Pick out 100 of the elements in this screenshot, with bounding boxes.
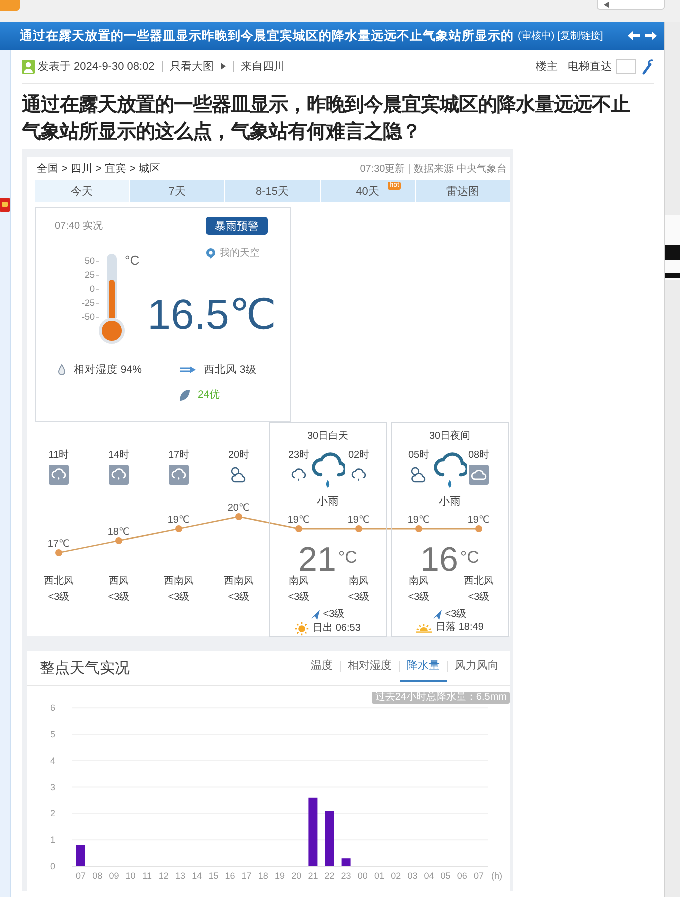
observation-time: 07:40 实况 [55, 220, 103, 233]
wind-direction: 西北风 [44, 576, 74, 588]
drop-icon [58, 364, 66, 376]
x-axis-label: 07 [76, 871, 86, 881]
y-axis-label: 2 [50, 808, 56, 819]
current-temperature: 16.5℃ [148, 292, 277, 338]
x-axis-label: 02时 [348, 450, 370, 462]
x-axis-label: 02 [391, 871, 402, 881]
x-axis-label: 23时 [288, 450, 310, 462]
y-axis-label: 0 [50, 862, 56, 872]
rain-icon [109, 465, 129, 485]
data-label: 19℃ [168, 515, 190, 526]
chart-title: 整点天气实况 [40, 658, 130, 678]
precipitation-bar [342, 858, 351, 866]
chart-tab[interactable]: 相对湿度 [341, 651, 399, 682]
author-tag[interactable]: 楼主 [536, 59, 558, 74]
x-axis-label: 23 [341, 871, 352, 881]
daypart-temperature: 21$^{°C}$ [298, 544, 358, 576]
chart-tab[interactable]: 降水量 [400, 651, 447, 682]
data-label: 18℃ [108, 527, 130, 538]
wind-arrow-icon [311, 610, 320, 620]
scale-label: 25 [84, 268, 99, 282]
wind-force: <3级 [228, 592, 250, 604]
wind-force: <3级 [168, 592, 190, 604]
chart-tab[interactable]: 温度 [304, 651, 340, 682]
arrow-right-icon[interactable] [645, 31, 657, 41]
review-status: (审核中) [518, 30, 555, 43]
leaf-icon [180, 390, 190, 400]
rain-icon [169, 465, 189, 485]
sun-icon [295, 622, 310, 636]
data-label: 17℃ [48, 539, 70, 550]
chart-tab[interactable]: 风力风向 [448, 651, 506, 682]
sunset-icon [416, 623, 432, 633]
x-axis-label: 08时 [468, 450, 490, 462]
x-axis-title: (h) [492, 871, 502, 881]
sun-time: 日出 06:53 [313, 623, 361, 635]
wind-direction: 南风 [349, 576, 369, 588]
scale-label: 50 [84, 254, 99, 268]
pin-icon [206, 248, 216, 258]
data-label: 19℃ [408, 515, 430, 526]
post-title: 通过在露天放置的一些器皿显示，昨晚到今晨宜宾城区的降水量远远不止气象站所显示的这么点，气象站有何难言之隐？ [22, 93, 632, 145]
data-label: 19℃ [468, 515, 490, 526]
x-axis-label: 08 [92, 871, 103, 881]
air-quality: 24优 [198, 388, 221, 402]
x-axis-label: 00 [358, 871, 368, 881]
precipitation-total: 过去24小时总降水量：6.5mm [372, 692, 510, 704]
data-label: 20℃ [228, 503, 250, 514]
weather-tab[interactable]: 7天 [130, 180, 224, 202]
x-axis-label: 11 [142, 871, 152, 881]
data-point [416, 526, 422, 532]
rain-icon [49, 465, 69, 485]
x-axis-label: 18 [258, 871, 268, 881]
alert-button[interactable]: 暴雨预警 [206, 217, 268, 235]
x-axis-label: 07 [474, 871, 484, 881]
post-location: 来自四川 [240, 60, 285, 74]
wrench-icon[interactable] [642, 58, 654, 74]
sun-time: 日落 18:49 [436, 622, 484, 634]
wind-arrow-icon [433, 610, 442, 620]
data-point [236, 514, 242, 520]
update-time: 07:30更新 [360, 162, 406, 176]
data-label: 19℃ [288, 515, 310, 526]
view-images-link[interactable]: 只看大图 [170, 59, 214, 74]
copy-link[interactable]: [复制链接] [558, 29, 604, 43]
weather-tab[interactable]: 8-15天 [225, 180, 320, 202]
wind-text: 西北风 3级 [204, 363, 257, 377]
unit-label: °C [125, 254, 140, 270]
x-axis-label: 21 [308, 871, 318, 881]
wind-direction: 南风 [289, 576, 309, 588]
condition-text: 小雨 [439, 496, 461, 508]
wind-force: <3级 [48, 592, 70, 604]
caret-icon [604, 2, 609, 8]
post-date: 发表于 2024-9-30 08:02 [38, 60, 155, 74]
weather-tab[interactable]: 雷达图 [416, 180, 510, 202]
weather-tab[interactable]: 今天 [35, 180, 130, 202]
back-button[interactable] [597, 0, 665, 10]
y-axis-label: 5 [50, 730, 56, 740]
x-axis-label: 05 [440, 871, 451, 881]
x-axis-label: 17 [242, 871, 252, 881]
x-axis-label: 14 [192, 871, 202, 881]
tag-icon [0, 198, 10, 212]
jump-label: 电梯直达 [568, 60, 612, 74]
condition-text: 小雨 [317, 496, 339, 508]
wind-direction: 南风 [409, 576, 429, 588]
y-axis-label: 4 [50, 756, 56, 766]
x-axis-label: 22 [324, 871, 335, 881]
x-axis-label: 20时 [228, 450, 250, 462]
x-axis-label: 03 [408, 871, 418, 881]
data-point [476, 526, 482, 532]
x-axis-label: 04 [424, 871, 434, 881]
data-point [56, 550, 62, 556]
jump-field[interactable] [616, 59, 636, 74]
breadcrumb[interactable]: 全国 > 四川 > 宜宾 > 城区 [37, 162, 161, 176]
daypart-temperature: 16$^{°C}$ [420, 544, 480, 576]
arrow-left-icon[interactable] [628, 31, 640, 41]
wind-force: <3级 [468, 592, 490, 604]
wind-force: <3级 [408, 592, 430, 604]
wind-direction: 西南风 [224, 576, 254, 588]
caret-icon [220, 63, 226, 70]
y-axis-label: 6 [50, 704, 56, 714]
wind-force: <3级 [288, 592, 310, 604]
